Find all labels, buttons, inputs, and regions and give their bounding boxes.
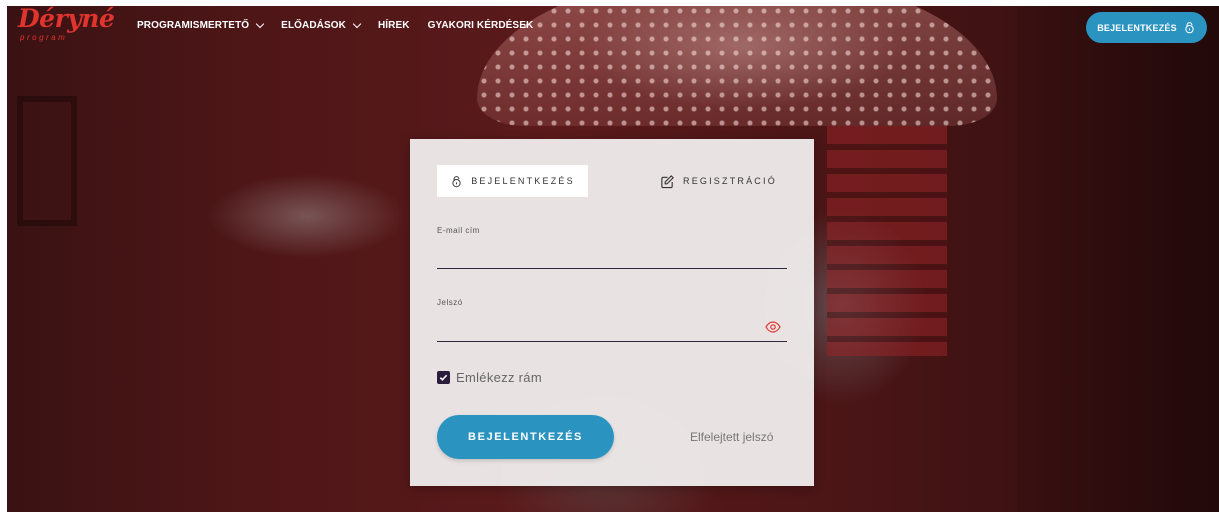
logo-subtitle: program	[20, 33, 68, 42]
nav-item-gyakori-kerdesek[interactable]: GYAKORI KÉRDÉSEK	[428, 20, 534, 31]
chevron-down-icon	[255, 19, 265, 28]
tab-register[interactable]: REGISZTRÁCIÓ	[660, 165, 777, 197]
remember-label: Emlékezz rám	[456, 370, 542, 385]
nav-item-programismerteto[interactable]: PROGRAMISMERTETŐ	[137, 19, 265, 31]
email-field[interactable]	[437, 245, 767, 265]
main-nav: PROGRAMISMERTETŐ ELŐADÁSOK HÍREK GYAKORI…	[137, 19, 551, 31]
nav-item-hirek[interactable]: HÍREK	[378, 20, 410, 31]
chevron-down-icon	[352, 19, 362, 28]
login-submit-button[interactable]: BEJELENTKEZÉS	[437, 415, 614, 459]
site-logo[interactable]: Déryné program	[18, 4, 115, 43]
edit-icon	[661, 174, 674, 188]
lock-icon	[1185, 22, 1194, 34]
forgot-password-link[interactable]: Elfelejtett jelszó	[690, 430, 773, 444]
remember-me[interactable]: Emlékezz rám	[437, 370, 542, 385]
email-underline	[437, 268, 787, 269]
password-underline	[437, 341, 787, 342]
hero-window-image	[17, 96, 77, 226]
password-label: Jelszó	[437, 298, 463, 307]
header-login-label: BEJELENTKEZÉS	[1097, 22, 1177, 33]
tab-login-label: BEJELENTKEZÉS	[471, 176, 575, 186]
nav-item-label: HÍREK	[377, 20, 410, 31]
checkmark-icon	[439, 374, 448, 381]
nav-item-label: PROGRAMISMERTETŐ	[137, 20, 250, 31]
nav-item-label: GYAKORI KÉRDÉSEK	[427, 20, 534, 31]
hero-panel-image	[827, 126, 947, 356]
nav-item-label: ELŐADÁSOK	[281, 20, 346, 31]
remember-checkbox[interactable]	[437, 371, 450, 384]
email-label: E-mail cím	[437, 226, 480, 235]
nav-item-eloadasok[interactable]: ELŐADÁSOK	[281, 19, 362, 31]
logo-brand: Déryné	[18, 4, 115, 33]
password-field[interactable]	[437, 317, 767, 337]
eye-icon[interactable]	[765, 320, 781, 334]
header-login-button[interactable]: BEJELENTKEZÉS	[1086, 12, 1207, 43]
lock-icon	[452, 175, 461, 187]
hero-shadow	[1017, 6, 1219, 512]
site-header: Déryné program PROGRAMISMERTETŐ ELŐADÁSO…	[0, 0, 1219, 46]
tab-register-label: REGISZTRÁCIÓ	[683, 176, 777, 186]
login-card: BEJELENTKEZÉS REGISZTRÁCIÓ E-mail cím Je…	[410, 139, 814, 486]
tab-login[interactable]: BEJELENTKEZÉS	[437, 165, 588, 197]
